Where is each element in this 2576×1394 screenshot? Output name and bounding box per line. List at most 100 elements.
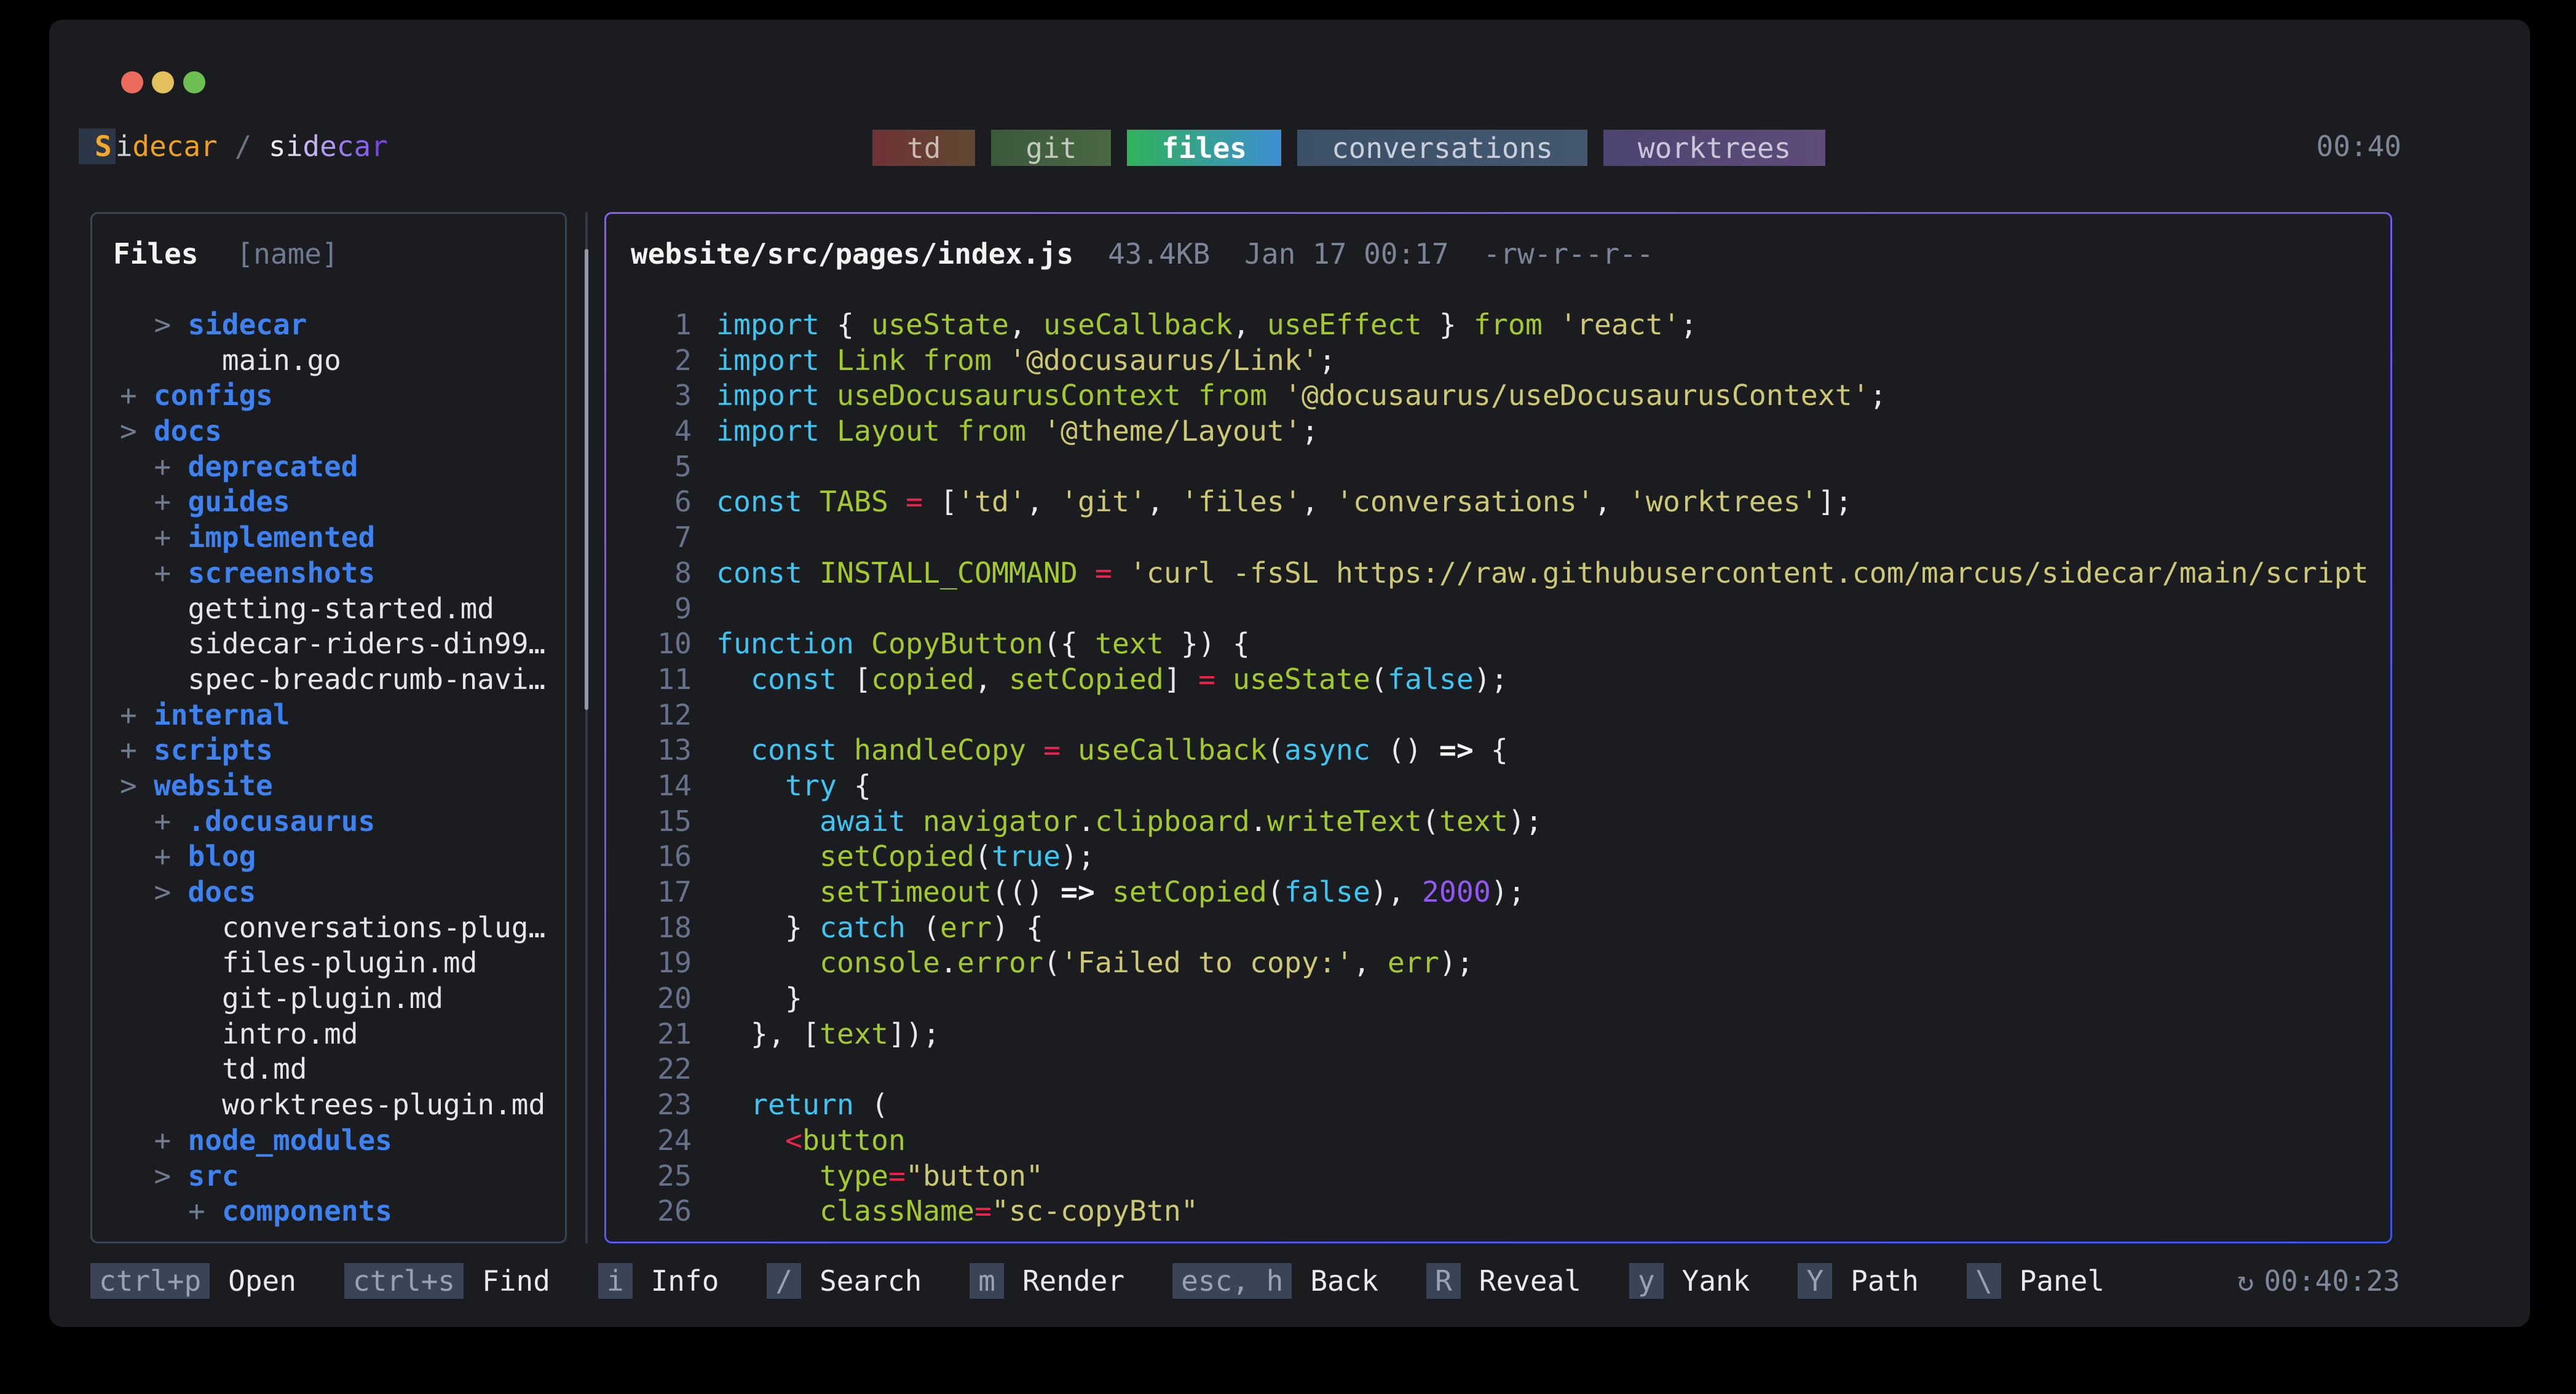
line-content: const [copied, setCopied] = useState(fal… [716,662,1508,698]
tree-row-screenshots[interactable]: +screenshots [92,556,565,591]
tree-expand-marker: + [154,520,188,556]
tree-dir-name: components [222,1194,392,1227]
tree-row-docs[interactable]: >docs [92,414,565,449]
uptime-indicator: ↻00:40:23 [2237,1264,2400,1298]
line-number: 25 [606,1159,692,1194]
tree-row-scripts[interactable]: +scripts [92,733,565,768]
code-line-13: 13 const handleCopy = useCallback(async … [606,733,2390,768]
tree-file-name: git-plugin.md [222,982,443,1015]
line-content: type="button" [716,1159,1043,1194]
window-minimize-button[interactable] [152,71,174,93]
tree-expand-marker: + [154,804,188,840]
key-chip-path: Y [1798,1263,1832,1299]
shortcut-action-info: Info [651,1264,719,1298]
line-content: const TABS = ['td', 'git', 'files', 'con… [716,484,1852,520]
line-number: 7 [606,520,692,556]
code-viewer[interactable]: 1import { useState, useCallback, useEffe… [606,307,2390,1229]
line-number: 9 [606,591,692,627]
tree-dir-name: docs [154,414,222,447]
app-initial: S [95,130,112,163]
line-content: try { [716,768,871,804]
line-content: const handleCopy = useCallback(async () … [716,733,1508,768]
tree-dir-name: guides [188,485,290,518]
tree-dir-name: deprecated [188,450,358,483]
window-zoom-button[interactable] [183,71,205,93]
shortcut-action-open: Open [228,1264,296,1298]
tree-row-getting-started.md[interactable]: getting-started.md [92,591,565,627]
tab-conversations[interactable]: conversations [1297,130,1587,166]
tab-worktrees[interactable]: worktrees [1603,130,1825,166]
file-permissions: -rw-r--r-- [1484,236,1654,272]
tree-row-spec-breadcrumb-navi[interactable]: spec-breadcrumb-navi… [92,662,565,698]
tree-row-conversations-plug[interactable]: conversations-plug… [92,910,565,946]
tree-row-worktrees-plugin.md[interactable]: worktrees-plugin.md [92,1087,565,1123]
code-line-1: 1import { useState, useCallback, useEffe… [606,307,2390,343]
title-repo: sidecar [269,130,388,163]
tree-dir-name: docs [188,875,256,908]
tree-row-.docusaurus[interactable]: +.docusaurus [92,804,565,840]
tree-row-nodemodules[interactable]: +node_modules [92,1123,565,1159]
tree-dir-name: src [188,1159,239,1192]
tree-row-git-plugin.md[interactable]: git-plugin.md [92,981,565,1017]
tree-row-blog[interactable]: +blog [92,839,565,875]
tree-row-sidecar[interactable]: >sidecar [92,307,565,343]
app-window: Sidecar / sidecar tdgit files conversation… [49,20,2530,1327]
code-line-19: 19 console.error('Failed to copy:', err)… [606,945,2390,981]
line-number: 16 [606,839,692,875]
line-number: 19 [606,945,692,981]
window-close-button[interactable] [121,71,143,93]
tree-dir-name: blog [188,840,256,873]
tree-expand-marker: + [120,733,154,768]
tree-row-files-plugin.md[interactable]: files-plugin.md [92,945,565,981]
session-clock: 00:40 [2317,128,2401,164]
key-chip-yank: y [1629,1263,1664,1299]
tree-row-website[interactable]: >website [92,768,565,804]
tree-expand-marker: + [120,698,154,733]
tree-file-name: intro.md [222,1017,358,1050]
tree-file-name: conversations-plug… [222,911,545,944]
tree-row-intro.md[interactable]: intro.md [92,1017,565,1052]
line-number: 10 [606,626,692,662]
line-number: 17 [606,875,692,910]
code-line-24: 24 <button [606,1123,2390,1159]
code-line-22: 22 [606,1052,2390,1087]
tree-row-src[interactable]: >src [92,1159,565,1194]
tab-td[interactable]: td [872,130,975,166]
key-chip-render: m [970,1263,1004,1299]
tree-row-td.md[interactable]: td.md [92,1052,565,1087]
shortcut-action-panel: Panel [2020,1264,2104,1298]
tree-row-sidecar-riders-din99[interactable]: sidecar-riders-din99… [92,626,565,662]
titlebar: Sidecar / sidecar [79,128,388,164]
code-line-20: 20 } [606,981,2390,1017]
tree-row-configs[interactable]: +configs [92,378,565,414]
tree-row-internal[interactable]: +internal [92,698,565,733]
code-line-11: 11 const [copied, setCopied] = useState(… [606,662,2390,698]
line-number: 20 [606,981,692,1017]
tree-row-guides[interactable]: +guides [92,484,565,520]
file-path: website/src/pages/index.js [631,236,1073,272]
tab-git[interactable]: git [991,130,1111,166]
files-scrollbar-thumb[interactable] [585,249,588,710]
tree-file-name: worktrees-plugin.md [222,1088,545,1121]
tree-row-deprecated[interactable]: +deprecated [92,449,565,485]
line-content: console.error('Failed to copy:', err); [716,945,1474,981]
tab-files[interactable]: files [1127,130,1281,166]
tree-row-implemented[interactable]: +implemented [92,520,565,556]
tree-row-docs[interactable]: >docs [92,875,565,910]
tree-expand-marker: + [154,839,188,875]
key-chip-info: i [598,1263,633,1299]
tree-row-main.go[interactable]: main.go [92,343,565,379]
tree-row-components[interactable]: +components [92,1194,565,1229]
tree-dir-name: scripts [154,733,273,766]
shortcut-action-back: Back [1310,1264,1378,1298]
key-chip-open: ctrl+p [90,1263,210,1299]
code-line-8: 8const INSTALL_COMMAND = 'curl -fsSL htt… [606,556,2390,591]
line-number: 8 [606,556,692,591]
files-panel-title: Files [113,237,198,270]
code-line-26: 26 className="sc-copyBtn" [606,1194,2390,1229]
code-line-23: 23 return ( [606,1087,2390,1123]
tab-strip: tdgit files conversations worktrees [872,130,1825,166]
code-line-3: 3import useDocusaurusContext from '@docu… [606,378,2390,414]
key-chip-reveal: R [1426,1263,1461,1299]
tree-dir-name: internal [154,698,290,731]
